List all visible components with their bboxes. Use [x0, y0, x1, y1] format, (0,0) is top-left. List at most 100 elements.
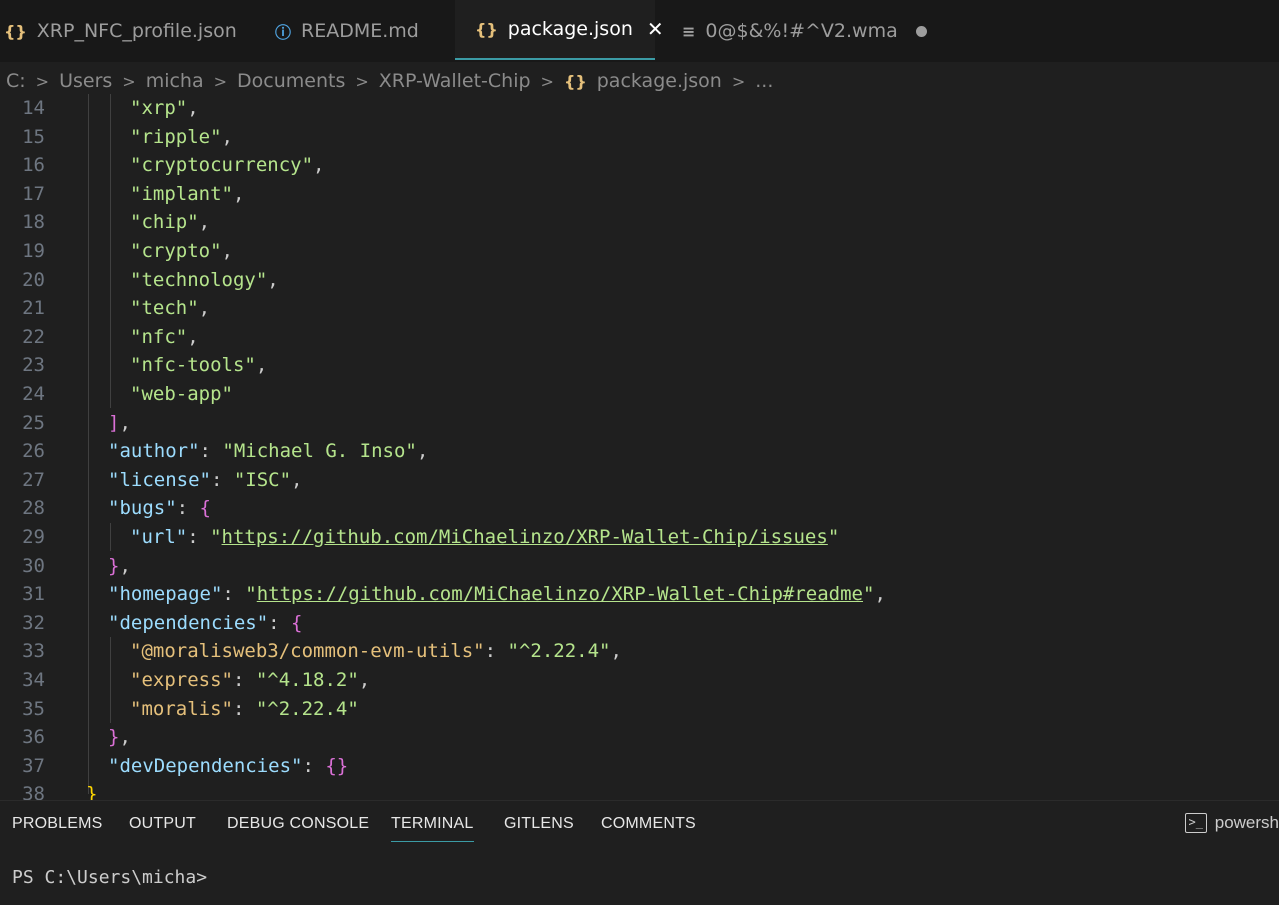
line-number: 21	[22, 297, 45, 320]
json-file-icon: {}	[4, 21, 27, 41]
json-key: "homepage"	[108, 583, 223, 606]
breadcrumb-item[interactable]: ...	[755, 70, 773, 92]
keyword-string: "xrp"	[130, 97, 188, 119]
line-number: 22	[22, 325, 45, 348]
json-key: "dependencies"	[108, 611, 269, 634]
tab-label: README.md	[301, 20, 419, 42]
code-line: 35 "moralis": "^2.22.4"	[0, 695, 1279, 724]
code-line: 26 "author": "Michael G. Inso",	[0, 437, 1279, 466]
json-file-icon: {}	[563, 71, 587, 91]
line-number: 18	[22, 211, 45, 234]
json-key: "bugs"	[108, 497, 177, 520]
chevron-right-icon: >	[731, 71, 746, 91]
keyword-string: "ripple"	[130, 125, 222, 148]
json-key: "devDependencies"	[108, 754, 303, 777]
code-line: 14 "xrp",	[0, 94, 1279, 123]
breadcrumb: C: > Users > micha > Documents > XRP-Wal…	[6, 68, 773, 94]
code-line: 21 "tech",	[0, 294, 1279, 323]
code-line: 29 "url": "https://github.com/MiChaelinzo…	[0, 523, 1279, 552]
chevron-right-icon: >	[540, 71, 554, 91]
json-key: "@moralisweb3/common-evm-utils"	[130, 640, 485, 663]
line-number: 29	[22, 526, 45, 548]
line-number: 30	[22, 554, 45, 577]
chevron-right-icon: >	[213, 71, 228, 91]
breadcrumb-item[interactable]: Users	[59, 70, 112, 92]
code-line: 16 "cryptocurrency",	[0, 151, 1279, 180]
url-link[interactable]: https://github.com/MiChaelinzo/XRP-Walle…	[222, 526, 828, 548]
chevron-right-icon: >	[122, 71, 136, 91]
code-line: 34 "express": "^4.18.2",	[0, 666, 1279, 695]
terminal-prompt[interactable]: PS C:\Users\micha>	[12, 867, 207, 888]
tab-xrp-nfc-profile[interactable]: {} XRP_NFC_profile.json	[4, 0, 237, 62]
tab-package-json[interactable]: {} package.json ✕	[455, 0, 664, 60]
code-line: 37 "devDependencies": {}	[0, 752, 1279, 781]
tab-comments[interactable]: COMMENTS	[601, 815, 696, 833]
code-line: 20 "technology",	[0, 266, 1279, 295]
code-line: 28 "bugs": {	[0, 494, 1279, 523]
tab-readme[interactable]: ⓘ README.md	[275, 0, 419, 62]
line-number: 38	[22, 783, 45, 800]
line-number: 24	[22, 383, 45, 405]
tab-label: package.json	[507, 18, 633, 40]
json-value: "^2.22.4"	[507, 640, 611, 663]
keyword-string: "nfc-tools"	[130, 354, 256, 377]
tab-problems[interactable]: PROBLEMS	[12, 815, 103, 833]
json-key: "moralis"	[130, 697, 233, 720]
code-editor[interactable]: 14 "xrp", 15 "ripple", 16 "cryptocurrency",…	[0, 94, 1279, 800]
line-number: 20	[22, 268, 45, 291]
tab-debug-console[interactable]: DEBUG CONSOLE	[227, 815, 369, 833]
code-line: 15 "ripple",	[0, 123, 1279, 152]
json-value: "^2.22.4"	[255, 697, 359, 720]
breadcrumb-item[interactable]: C:	[6, 70, 26, 92]
line-number: 36	[22, 726, 45, 749]
code-line: 31 "homepage": "https://github.com/MiChae…	[0, 580, 1279, 609]
unsaved-dot-icon[interactable]	[915, 25, 927, 37]
json-file-icon: {}	[475, 19, 498, 39]
code-line: 25],	[0, 409, 1279, 438]
keyword-string: "implant"	[130, 182, 233, 205]
breadcrumb-item[interactable]: Documents	[237, 70, 345, 92]
tab-label: XRP_NFC_profile.json	[36, 20, 237, 42]
code-line: 36},	[0, 723, 1279, 752]
keyword-string: "web-app"	[130, 383, 233, 405]
chevron-right-icon: >	[355, 71, 369, 91]
tab-terminal[interactable]: TERMINAL	[391, 815, 474, 842]
keyword-string: "crypto"	[130, 240, 222, 262]
line-number: 15	[22, 125, 45, 148]
tab-wma-file[interactable]: ≡ 0@$&%!#^V2.wma	[682, 0, 927, 62]
json-key: "license"	[108, 468, 211, 491]
line-number: 37	[22, 754, 45, 777]
line-number: 34	[22, 669, 45, 691]
line-number: 31	[22, 583, 45, 606]
shell-name: powersh	[1214, 813, 1279, 832]
code-line: 23 "nfc-tools",	[0, 351, 1279, 380]
code-line: 17 "implant",	[0, 180, 1279, 209]
line-number: 19	[22, 240, 45, 262]
url-link[interactable]: https://github.com/MiChaelinzo/XRP-Walle…	[257, 583, 863, 605]
code-line: 30},	[0, 552, 1279, 581]
tab-output[interactable]: OUTPUT	[129, 815, 196, 833]
line-number: 35	[22, 697, 45, 720]
code-line: 22 "nfc",	[0, 323, 1279, 352]
keyword-string: "cryptocurrency"	[130, 154, 314, 177]
json-value: "Michael G. Inso"	[222, 440, 417, 463]
code-line: 38}	[0, 780, 1279, 800]
keyword-string: "tech"	[130, 297, 199, 320]
breadcrumb-item[interactable]: package.json	[597, 70, 722, 92]
breadcrumb-item[interactable]: micha	[146, 70, 204, 92]
terminal-icon: >_	[1184, 813, 1207, 833]
keyword-string: "nfc"	[130, 325, 188, 348]
tab-label: 0@$&%!#^V2.wma	[705, 20, 898, 42]
json-key: "express"	[130, 669, 233, 691]
terminal-shell-selector[interactable]: >_ powersh	[1184, 813, 1279, 833]
keyword-string: "technology"	[130, 268, 268, 291]
breadcrumb-item[interactable]: XRP-Wallet-Chip	[379, 70, 531, 92]
tab-bar: {} XRP_NFC_profile.json ⓘ README.md {} p…	[0, 0, 1279, 62]
line-number: 16	[22, 154, 45, 177]
close-icon[interactable]: ✕	[647, 17, 664, 41]
tab-gitlens[interactable]: GITLENS	[504, 815, 574, 833]
json-value: "ISC"	[233, 468, 292, 491]
code-line: 32 "dependencies": {	[0, 609, 1279, 638]
line-number: 27	[22, 468, 45, 491]
code-line: 19 "crypto",	[0, 237, 1279, 266]
